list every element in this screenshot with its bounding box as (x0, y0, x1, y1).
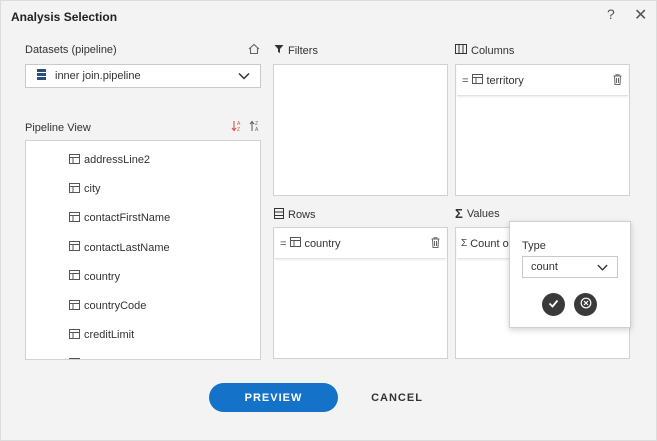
drag-handle-icon[interactable]: = (280, 238, 286, 250)
pipeline-field-item[interactable]: creditLimit (69, 326, 134, 344)
columns-dropzone[interactable]: = territory (455, 64, 630, 196)
svg-text:A: A (255, 127, 259, 132)
pipeline-field-item[interactable]: countryCode (69, 297, 146, 315)
svg-text:Z: Z (237, 127, 240, 132)
pipeline-field-label: countryCode (84, 300, 147, 312)
table-icon (472, 74, 484, 87)
home-icon[interactable] (248, 43, 260, 58)
drag-handle-icon[interactable]: = (462, 75, 468, 87)
pipeline-field-label: creditLimit (84, 329, 135, 342)
table-icon (69, 241, 80, 254)
trash-icon[interactable] (431, 237, 440, 251)
sigma-small-icon: Σ (461, 238, 468, 249)
aggregation-type-popup: Type count (509, 221, 631, 328)
table-icon (69, 357, 80, 359)
rows-icon (274, 208, 284, 222)
column-chip-territory[interactable]: = territory (457, 66, 628, 96)
chevron-down-icon (596, 261, 609, 277)
table-icon (69, 299, 80, 313)
checkmark-icon (548, 298, 559, 312)
table-icon (69, 153, 80, 167)
rows-dropzone[interactable]: = country (273, 227, 448, 359)
columns-label: Columns (455, 44, 514, 57)
pipeline-field-item[interactable]: city (69, 180, 101, 198)
table-icon (69, 328, 80, 342)
row-chip-country[interactable]: = country (275, 229, 446, 259)
type-select[interactable]: count (522, 256, 618, 278)
pipeline-field-item[interactable]: contactFirstName (69, 209, 170, 227)
table-icon (290, 237, 302, 250)
value-chip-label: Count o (470, 237, 509, 250)
pipeline-field-item-partial[interactable] (69, 355, 80, 359)
type-label: Type (522, 240, 546, 252)
database-icon (36, 68, 47, 84)
cancel-button[interactable]: CANCEL (353, 383, 441, 412)
cancel-circle-icon (580, 297, 592, 312)
sort-ascending-icon[interactable]: Z A (249, 120, 261, 135)
rows-label: Rows (274, 208, 316, 222)
analysis-selection-dialog: Analysis Selection ? ✕ Datasets (pipelin… (0, 0, 657, 441)
pipeline-field-item[interactable]: contactLastName (69, 239, 170, 257)
pipeline-field-label: city (84, 183, 101, 196)
discard-button[interactable] (574, 293, 597, 316)
trash-icon[interactable] (613, 74, 622, 88)
table-icon (69, 270, 80, 283)
column-chip-label: territory (486, 74, 524, 87)
dataset-select-value: inner join.pipeline (55, 70, 141, 82)
dataset-select[interactable]: inner join.pipeline (25, 64, 261, 88)
close-button[interactable]: ✕ (634, 5, 647, 25)
dialog-title: Analysis Selection (11, 10, 118, 24)
confirm-button[interactable] (542, 293, 565, 316)
values-label: Σ Values (455, 206, 500, 221)
filter-icon (274, 44, 284, 57)
pipeline-view-label: Pipeline View (25, 122, 91, 134)
pipeline-field-label: addressLine2 (84, 154, 151, 166)
filters-dropzone[interactable] (273, 64, 448, 196)
pipeline-field-label: country (84, 270, 121, 283)
datasets-label: Datasets (pipeline) (25, 44, 117, 56)
sort-descending-icon[interactable]: A Z (231, 120, 243, 135)
pipeline-field-label: contactFirstName (84, 212, 171, 225)
help-button[interactable]: ? (607, 6, 615, 22)
columns-icon (455, 44, 467, 57)
filters-label: Filters (274, 44, 318, 57)
pipeline-field-item[interactable]: addressLine2 (69, 151, 150, 169)
type-select-value: count (531, 261, 558, 273)
table-icon (69, 211, 80, 225)
chevron-down-icon (237, 69, 251, 86)
sigma-icon: Σ (455, 206, 463, 221)
pipeline-view-panel: addressLine2 city contactFirstName contactL… (25, 140, 261, 360)
preview-button[interactable]: PREVIEW (209, 383, 338, 412)
row-chip-label: country (304, 237, 341, 250)
pipeline-field-label: contactLastName (84, 241, 170, 254)
pipeline-field-item[interactable]: country (69, 268, 120, 286)
table-icon (69, 182, 80, 196)
